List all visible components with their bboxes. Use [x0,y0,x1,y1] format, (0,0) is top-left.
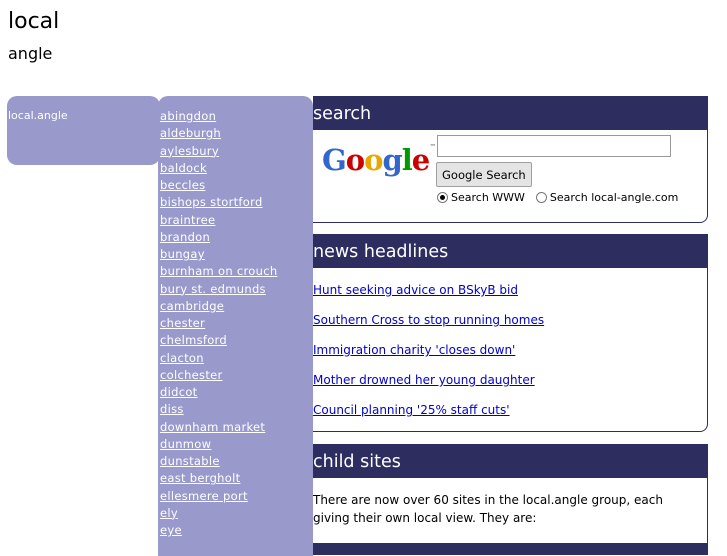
search-panel: search Google™ Google Search Search WWW … [313,96,708,223]
brand-label: local.angle [8,109,68,122]
search-www-radio[interactable] [437,192,448,203]
news-link[interactable]: Mother drowned her young daughter [313,373,535,387]
town-item: cambridge [160,299,277,316]
news-heading: news headlines [313,235,707,268]
child-sites-text: There are now over 60 sites in the local… [313,493,663,525]
town-link[interactable]: bury st. edmunds [160,282,266,296]
news-list: Hunt seeking advice on BSkyB bid Souther… [313,283,544,431]
town-link[interactable]: eye [160,523,182,537]
search-scope: Search WWW Search local-angle.com [437,191,678,204]
town-item: dunmow [160,437,277,454]
town-item: aylesbury [160,144,277,161]
town-item: brandon [160,230,277,247]
town-link[interactable]: chelmsford [160,333,227,347]
town-item: chester [160,316,277,333]
town-item: aldeburgh [160,126,277,143]
town-item: bungay [160,247,277,264]
town-link[interactable]: chester [160,316,205,330]
town-link[interactable]: ely [160,506,178,520]
town-link[interactable]: clacton [160,351,204,365]
town-link[interactable]: didcot [160,385,197,399]
town-item: dunstable [160,454,277,471]
town-item: baldock [160,161,277,178]
search-input[interactable] [437,135,671,157]
town-link[interactable]: brandon [160,230,210,244]
town-item: bishops stortford [160,195,277,212]
town-link[interactable]: cambridge [160,299,224,313]
town-item: didcot [160,385,277,402]
town-item: bury st. edmunds [160,282,277,299]
town-item: burnham on crouch [160,264,277,281]
search-heading: search [313,97,707,130]
town-link[interactable]: bishops stortford [160,195,263,209]
town-item: braintree [160,213,277,230]
news-link[interactable]: Immigration charity 'closes down' [313,343,515,357]
search-site-radio[interactable] [535,192,547,203]
brand-box: local.angle [7,96,160,165]
site-title: local [8,9,60,34]
news-item: Council planning '25% staff cuts' [313,403,544,431]
town-item: eye [160,523,277,540]
town-item: ellesmere port [160,489,277,506]
news-item: Hunt seeking advice on BSkyB bid [313,283,544,313]
town-link[interactable]: colchester [160,368,223,382]
town-link[interactable]: dunmow [160,437,211,451]
town-link[interactable]: aylesbury [160,144,219,158]
news-item: Mother drowned her young daughter [313,373,544,403]
town-link[interactable]: beccles [160,178,205,192]
news-item: Southern Cross to stop running homes [313,313,544,343]
town-link[interactable]: downham market [160,420,265,434]
town-link[interactable]: baldock [160,161,207,175]
town-link[interactable]: dunstable [160,454,220,468]
child-sites-panel: child sites There are now over 60 sites … [313,444,708,555]
google-logo: Google™ [322,143,436,177]
town-item: chelmsford [160,333,277,350]
town-link[interactable]: burnham on crouch [160,264,277,278]
search-www-label: Search WWW [451,191,525,204]
news-panel: news headlines Hunt seeking advice on BS… [313,234,708,432]
news-item: Immigration charity 'closes down' [313,343,544,373]
town-link[interactable]: bungay [160,247,205,261]
news-link[interactable]: Council planning '25% staff cuts' [313,403,510,417]
news-link[interactable]: Southern Cross to stop running homes [313,313,544,327]
town-link[interactable]: ellesmere port [160,489,248,503]
google-search-button[interactable]: Google Search [436,162,532,187]
town-item: abingdon [160,109,277,126]
site-subtitle: angle [8,44,53,63]
town-item: colchester [160,368,277,385]
town-item: diss [160,402,277,419]
news-link[interactable]: Hunt seeking advice on BSkyB bid [313,283,518,297]
town-link[interactable]: east bergholt [160,471,240,485]
child-sites-heading: child sites [313,445,707,478]
town-item: beccles [160,178,277,195]
town-item: ely [160,506,277,523]
town-links: abingdon aldeburgh aylesbury baldock beccles… [160,109,277,540]
town-item: clacton [160,351,277,368]
search-site-label: Search local-angle.com [549,191,679,204]
town-link[interactable]: aldeburgh [160,126,221,140]
town-link[interactable]: diss [160,402,184,416]
town-link[interactable]: braintree [160,213,215,227]
town-item: east bergholt [160,471,277,488]
town-item: downham market [160,420,277,437]
town-list: abingdon aldeburgh aylesbury baldock beccles… [158,96,313,556]
town-link[interactable]: abingdon [160,109,216,123]
